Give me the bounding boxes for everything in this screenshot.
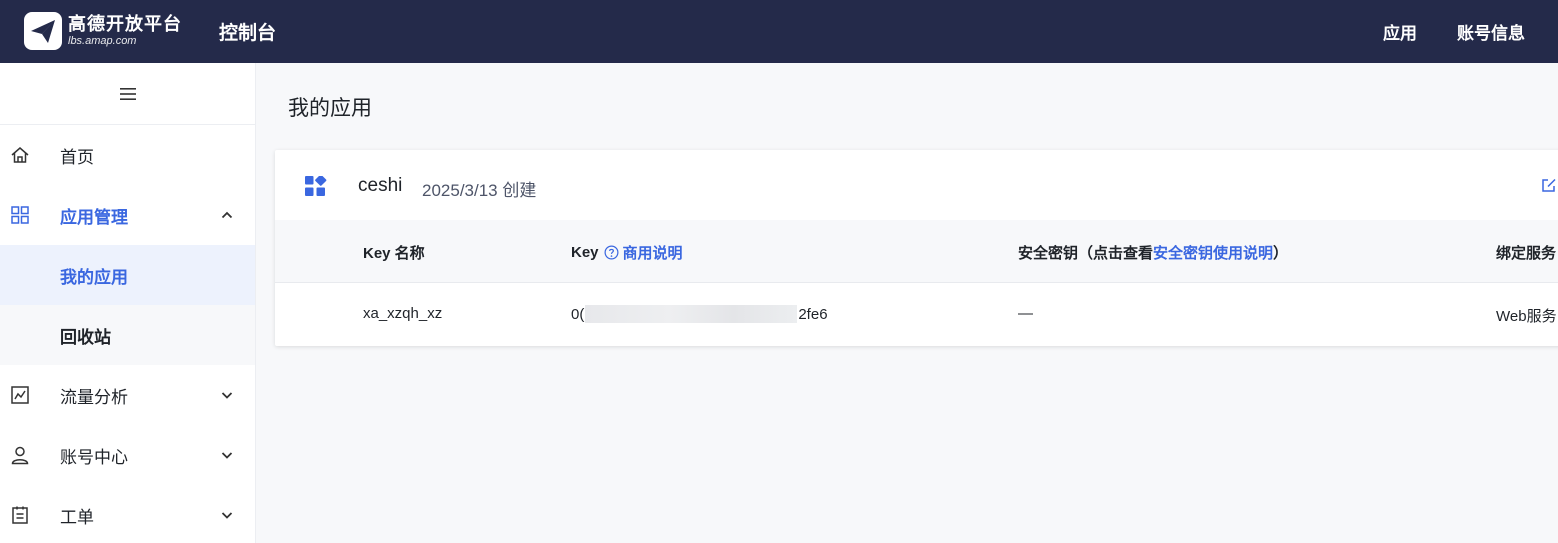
amap-logo[interactable]: 高德开放平台 lbs.amap.com	[24, 12, 182, 50]
key-name-value: xa_xzqh_xz	[363, 305, 443, 322]
sidebar-item-label: 工单	[60, 507, 94, 527]
chevron-up-icon	[221, 211, 233, 219]
nav-apps[interactable]: 应用	[1383, 19, 1417, 44]
paper-plane-icon	[24, 12, 62, 50]
sidebar-item-label: 应用管理	[60, 207, 128, 227]
sidebar: 首页 应用管理 我的应用 回收站 流量分析 账号中心 工单	[0, 63, 256, 543]
top-bar: 高德开放平台 lbs.amap.com 控制台 应用 账号信息	[0, 0, 1558, 63]
key-redaction-mask	[585, 305, 798, 323]
home-icon	[11, 147, 29, 163]
question-circle-icon[interactable]	[604, 245, 619, 260]
app-blocks-icon	[305, 176, 327, 196]
commercial-info-link[interactable]: 商用说明	[623, 242, 683, 263]
col-secret-suffix: ）	[1273, 245, 1289, 262]
sidebar-item-label: 账号中心	[60, 447, 128, 467]
app-name: ceshi	[358, 175, 403, 196]
app-created-date: 2025/3/13 创建	[422, 181, 537, 200]
sidebar-item-traffic-analysis[interactable]: 流量分析	[0, 365, 255, 425]
secret-value: —	[1018, 305, 1033, 322]
nav-account-info[interactable]: 账号信息	[1457, 19, 1525, 44]
key-table-header: Key 名称 Key 商用说明 安全密钥（点击查看 安全密钥使用说明 ） 绑定服…	[275, 220, 1558, 283]
sidebar-item-app-management[interactable]: 应用管理	[0, 185, 255, 245]
top-nav: 应用 账号信息	[1383, 19, 1525, 44]
chart-icon	[11, 386, 29, 404]
edit-icon[interactable]	[1541, 177, 1557, 193]
bound-service-value: Web服务	[1496, 308, 1557, 325]
col-key-name: Key 名称	[363, 245, 425, 262]
logo-name: 高德开放平台	[68, 14, 182, 34]
col-key: Key 商用说明	[571, 242, 683, 263]
chevron-down-icon	[221, 512, 233, 519]
sidebar-subitem-my-apps[interactable]: 我的应用	[0, 245, 255, 305]
key-value-suffix: 2fe6	[798, 305, 828, 323]
logo-url: lbs.amap.com	[68, 35, 137, 47]
ticket-icon	[12, 506, 28, 524]
sidebar-item-tickets[interactable]: 工单	[0, 485, 255, 543]
chevron-down-icon	[221, 392, 233, 399]
console-title[interactable]: 控制台	[219, 18, 276, 45]
main-content: 我的应用 ceshi 2025/3/13 创建 Key 名称 Key 商用说明 …	[256, 63, 1558, 543]
sidebar-item-label: 首页	[60, 147, 94, 167]
sidebar-item-account-center[interactable]: 账号中心	[0, 425, 255, 485]
app-card: ceshi 2025/3/13 创建 Key 名称 Key 商用说明 安全密钥（…	[275, 150, 1558, 346]
sidebar-item-label: 流量分析	[60, 387, 128, 407]
secret-usage-link[interactable]: 安全密钥使用说明	[1153, 242, 1273, 263]
col-security-secret: 安全密钥（点击查看 安全密钥使用说明 ）	[1018, 242, 1288, 263]
app-card-header: ceshi 2025/3/13 创建	[275, 150, 1558, 220]
sidebar-item-home[interactable]: 首页	[0, 125, 255, 185]
menu-toggle-button[interactable]	[0, 63, 255, 125]
key-value[interactable]: 0( 2fe6	[571, 305, 828, 323]
chevron-down-icon	[221, 452, 233, 459]
key-value-prefix: 0(	[571, 305, 585, 323]
grid-icon	[11, 206, 29, 224]
sidebar-subitem-recycle-bin[interactable]: 回收站	[0, 305, 255, 365]
page-title: 我的应用	[288, 97, 372, 120]
col-bound-service: 绑定服务	[1496, 245, 1557, 262]
table-row: xa_xzqh_xz 0( 2fe6 — Web服务	[275, 283, 1558, 346]
hamburger-icon	[119, 87, 136, 100]
col-key-label: Key	[571, 244, 599, 261]
user-icon	[11, 446, 29, 465]
col-secret-prefix: 安全密钥（点击查看	[1018, 245, 1154, 262]
